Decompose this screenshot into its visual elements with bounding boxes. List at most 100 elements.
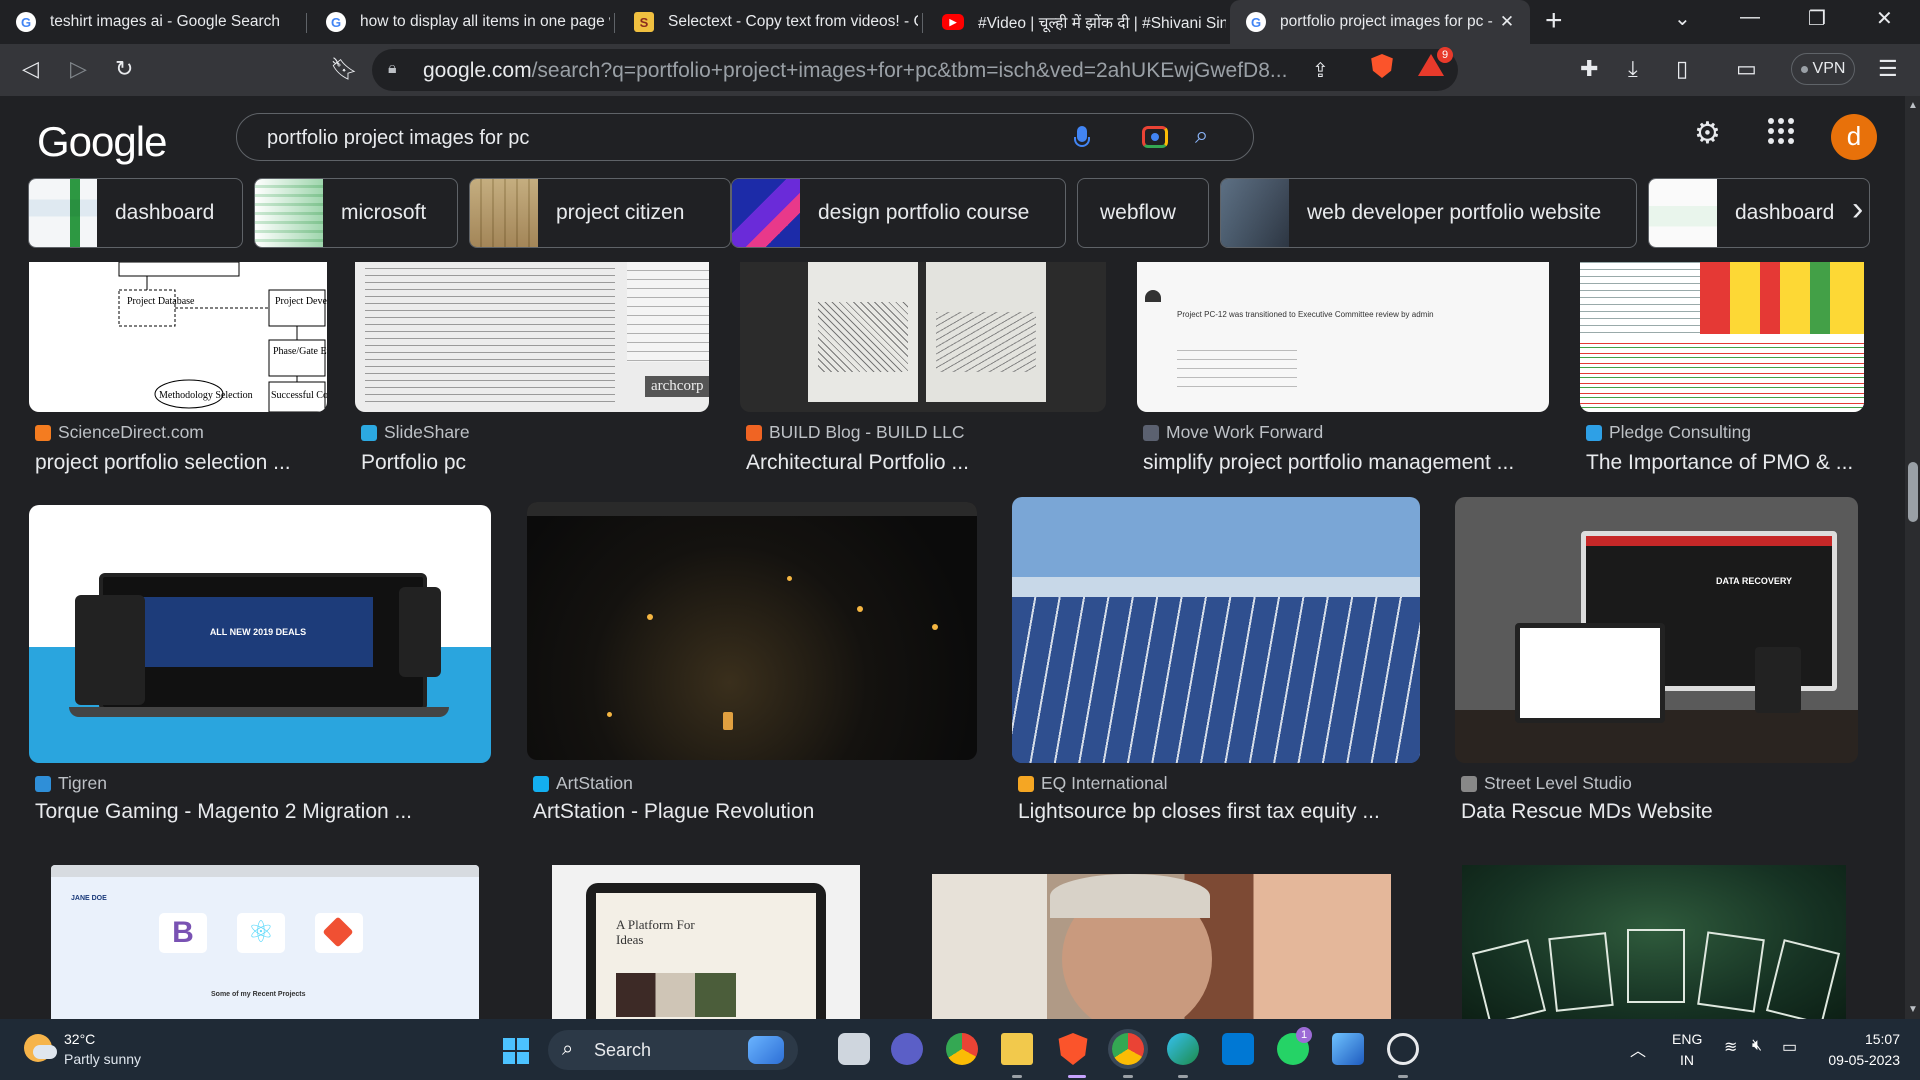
result-source[interactable]: EQ International xyxy=(1018,773,1167,794)
bookmark-icon[interactable]: 🔖︎ xyxy=(330,56,358,82)
wifi-icon[interactable]: ≋ xyxy=(1724,1037,1737,1057)
windows-start-icon[interactable] xyxy=(503,1038,529,1064)
clock-time[interactable]: 15:07 xyxy=(1830,1031,1900,1047)
result-source[interactable]: ArtStation xyxy=(533,773,633,794)
result-source[interactable]: Street Level Studio xyxy=(1461,773,1632,794)
result-title[interactable]: ArtStation - Plague Revolution xyxy=(533,800,814,824)
scroll-up-arrow-icon[interactable]: ▲ xyxy=(1908,100,1918,111)
chip-design-portfolio-course[interactable]: design portfolio course xyxy=(731,178,1066,248)
result-thumbnail[interactable]: DATA RECOVERY xyxy=(1455,497,1858,763)
search-icon[interactable]: ⌕ xyxy=(1195,122,1208,150)
result-thumbnail[interactable]: JANE DOE B ⚛ Some of my Recent Projects xyxy=(51,865,479,1019)
result-title[interactable]: Portfolio pc xyxy=(361,451,466,475)
result-thumbnail[interactable]: Project PC-12 was transitioned to Execut… xyxy=(1137,262,1549,412)
google-logo[interactable]: Google xyxy=(37,118,167,166)
close-tab-icon[interactable]: ✕ xyxy=(1496,12,1518,32)
taskbar-search[interactable]: ⌕ Search xyxy=(548,1030,798,1070)
volume-muted-icon[interactable]: 🔇︎ xyxy=(1752,1037,1762,1055)
media-player-icon[interactable] xyxy=(1387,1033,1419,1065)
minimize-icon[interactable]: — xyxy=(1740,6,1760,29)
reload-icon[interactable]: ↻ xyxy=(115,56,133,82)
chip-webflow[interactable]: webflow xyxy=(1077,178,1209,248)
result-source[interactable]: BUILD Blog - BUILD LLC xyxy=(746,422,965,443)
result-thumbnail[interactable]: Project Database Project Development Pha… xyxy=(29,262,327,412)
result-thumbnail[interactable] xyxy=(932,874,1391,1019)
share-icon[interactable]: ⇪ xyxy=(1312,58,1329,83)
chip-dashboard[interactable]: dashboard xyxy=(28,178,243,248)
settings-gear-icon[interactable]: ⚙ xyxy=(1694,116,1721,151)
result-title[interactable]: Architectural Portfolio ... xyxy=(746,451,969,475)
chip-dashboard-2[interactable]: dashboard xyxy=(1648,178,1870,248)
extensions-icon[interactable]: ✚ xyxy=(1580,56,1598,82)
tab-youtube-video[interactable]: ▶ #Video | चूल्ही में झोंक दी | #Shivani… xyxy=(926,0,1226,44)
result-thumbnail[interactable]: ALL NEW 2019 DEALS xyxy=(29,505,491,763)
address-bar[interactable]: 🔒︎ google.com/search?q=portfolio+project… xyxy=(372,49,1458,91)
download-icon[interactable]: ⤓ xyxy=(1628,56,1638,82)
weather-temperature[interactable]: 32°C xyxy=(64,1031,95,1047)
vpn-button[interactable]: VPN xyxy=(1791,53,1855,85)
clock-date[interactable]: 09-05-2023 xyxy=(1810,1052,1900,1068)
show-hidden-icons-chevron-icon[interactable]: ︿ xyxy=(1630,1037,1646,1061)
teams-chat-icon[interactable] xyxy=(891,1033,923,1065)
battery-icon[interactable]: ▭ xyxy=(1782,1037,1797,1057)
scroll-down-arrow-icon[interactable]: ▼ xyxy=(1908,1004,1918,1015)
result-source[interactable]: Pledge Consulting xyxy=(1586,422,1751,443)
wallet-icon[interactable]: ▭ xyxy=(1736,56,1757,82)
result-title[interactable]: The Importance of PMO & ... xyxy=(1586,451,1853,475)
search-input[interactable]: portfolio project images for pc xyxy=(267,127,529,150)
close-window-icon[interactable]: ✕ xyxy=(1876,6,1893,31)
result-source[interactable]: SlideShare xyxy=(361,422,470,443)
result-thumbnail[interactable] xyxy=(1012,497,1420,763)
result-title[interactable]: Data Rescue MDs Website xyxy=(1461,800,1713,824)
restore-icon[interactable]: ❐ xyxy=(1808,6,1826,31)
back-icon[interactable]: ◁ xyxy=(22,56,39,82)
tab-search-chevron-icon[interactable]: ⌄ xyxy=(1674,6,1691,31)
chip-project-citizen[interactable]: project citizen xyxy=(469,178,731,248)
chevron-right-icon[interactable]: › xyxy=(1852,190,1863,229)
camera-lens-icon[interactable] xyxy=(1142,126,1168,148)
chrome-active-icon[interactable] xyxy=(1112,1033,1144,1065)
file-explorer-icon[interactable] xyxy=(1001,1033,1033,1065)
avatar[interactable]: d xyxy=(1831,114,1877,160)
weather-description[interactable]: Partly sunny xyxy=(64,1051,141,1067)
language-indicator[interactable]: ENG xyxy=(1672,1031,1702,1047)
page-scrollbar[interactable]: ▲ ▼ xyxy=(1905,96,1920,1019)
result-source[interactable]: Move Work Forward xyxy=(1143,422,1323,443)
result-title[interactable]: Lightsource bp closes first tax equity .… xyxy=(1018,800,1380,824)
result-title[interactable]: Torque Gaming - Magento 2 Migration ... xyxy=(35,800,412,824)
brave-browser-icon[interactable] xyxy=(1058,1033,1088,1065)
task-view-icon[interactable] xyxy=(838,1033,870,1065)
result-thumbnail[interactable] xyxy=(527,502,977,760)
monitor-header xyxy=(1586,536,1832,546)
google-apps-icon[interactable] xyxy=(1768,118,1794,144)
edge-icon[interactable] xyxy=(1167,1033,1199,1065)
vscode-icon[interactable] xyxy=(1222,1033,1254,1065)
result-source[interactable]: Tigren xyxy=(35,773,107,794)
result-thumbnail[interactable] xyxy=(1462,865,1846,1019)
sidebar-icon[interactable]: ▯ xyxy=(1676,56,1688,82)
tab-teshirt-images[interactable]: G teshirt images ai - Google Search xyxy=(0,0,300,44)
result-thumbnail[interactable] xyxy=(740,262,1106,412)
result-title[interactable]: simplify project portfolio management ..… xyxy=(1143,451,1514,475)
result-source[interactable]: ScienceDirect.com xyxy=(35,422,204,443)
chip-microsoft[interactable]: microsoft xyxy=(254,178,458,248)
url-host: google.com xyxy=(423,59,532,82)
region-indicator[interactable]: IN xyxy=(1680,1052,1694,1068)
new-tab-icon[interactable]: + xyxy=(1545,4,1563,38)
tab-portfolio-images[interactable]: G portfolio project images for pc - ✕ xyxy=(1230,0,1530,44)
result-thumbnail[interactable] xyxy=(1580,262,1864,412)
result-thumbnail[interactable]: archcorp xyxy=(355,262,709,412)
forward-icon[interactable]: ▷ xyxy=(70,56,87,82)
chip-web-developer-portfolio-website[interactable]: web developer portfolio website xyxy=(1220,178,1637,248)
tab-selectext[interactable]: S Selectext - Copy text from videos! - C… xyxy=(618,0,918,44)
result-title[interactable]: project portfolio selection ... xyxy=(35,451,291,475)
scroll-thumb[interactable] xyxy=(1908,462,1918,522)
result-thumbnail[interactable]: A Platform For Ideas xyxy=(552,865,860,1019)
photos-app-icon[interactable] xyxy=(1332,1033,1364,1065)
tab-display-all-items[interactable]: G how to display all items in one page w xyxy=(310,0,610,44)
menu-icon[interactable]: ☰ xyxy=(1878,56,1898,82)
chrome-icon[interactable] xyxy=(946,1033,978,1065)
microphone-icon[interactable] xyxy=(1074,126,1090,147)
url-text[interactable]: google.com/search?q=portfolio+project+im… xyxy=(423,59,1287,83)
search-box[interactable]: portfolio project images for pc ⌕ xyxy=(236,113,1254,161)
